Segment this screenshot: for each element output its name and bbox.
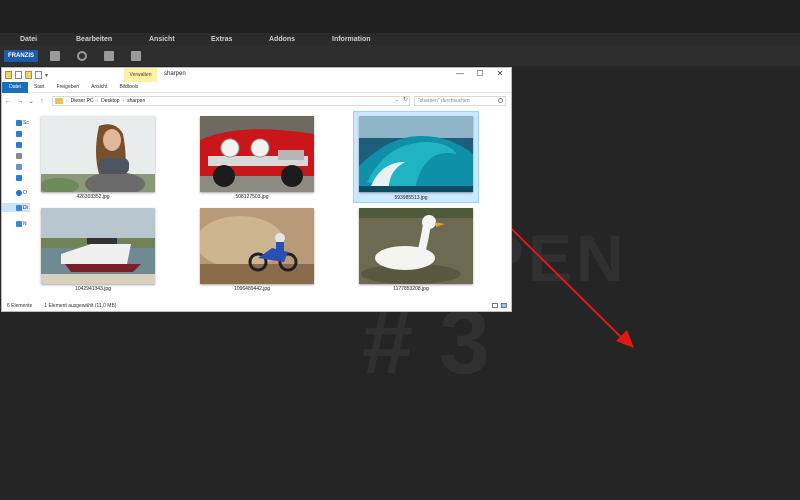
explorer-title-bar[interactable]: ▾ Verwalten sharpen — ☐ ✕ [2,68,511,82]
quick-access-dropdown-icon[interactable]: ▾ [45,72,48,79]
file-list: 426303352.jpg 508127503.jpg 593985513.jp… [32,111,510,300]
menu-datei[interactable]: Datei [20,36,76,43]
music-icon [16,174,22,181]
host-menu-bar: Datei Bearbeiten Ansicht Extras Addons I… [0,33,800,45]
breadcrumb-dieser-pc[interactable]: Dieser PC [71,98,94,104]
thumbnail-motorboat [41,208,155,284]
breadcrumb-sharpen[interactable]: sharpen [127,98,145,104]
page-icon[interactable] [35,71,42,79]
thumbnail-woman-portrait [41,116,155,192]
up-button[interactable]: ↑ [36,98,48,105]
menu-ansicht[interactable]: Ansicht [149,36,211,43]
batch-icon[interactable] [50,50,60,61]
search-placeholder: "sharpen" durchsuchen [418,98,470,104]
tab-ansicht[interactable]: Ansicht [85,82,113,93]
ribbon-tabs: Datei Start Freigeben Ansicht Bildtools [2,81,511,93]
refresh-button[interactable]: ↻ [403,96,408,103]
minimize-button[interactable]: — [454,70,466,78]
menu-bearbeiten[interactable]: Bearbeiten [76,36,149,43]
file-name: 1096489442.jpg [234,286,270,292]
host-title-bar [0,0,800,33]
app-stage: Datei Bearbeiten Ansicht Extras Addons I… [0,0,800,500]
nav-item-bilder[interactable] [2,162,30,171]
navigation-pane: Sc O Di N [2,109,30,299]
address-dropdown-button[interactable]: ⌄ [395,97,399,103]
tab-bildtools[interactable]: Bildtools [113,82,144,93]
nav-item-musik[interactable] [2,173,30,182]
target-icon[interactable] [77,50,87,61]
back-button[interactable]: ← [2,98,14,105]
file-name: 508127503.jpg [235,194,269,200]
film-icon[interactable] [131,50,141,61]
cloud-icon [16,189,22,196]
nav-item-downloads[interactable] [2,140,30,149]
search-icon[interactable] [498,98,503,103]
file-tile-426303352[interactable]: 426303352.jpg [32,112,155,202]
thumbnail-motocross-rider [200,208,314,284]
menu-addons[interactable]: Addons [269,36,332,43]
file-name: 1177853208.jpg [393,286,429,292]
tab-datei[interactable]: Datei [2,81,28,93]
host-toolbar: FRANZIS [0,45,800,66]
file-tile-1096489442[interactable]: 1096489442.jpg [191,204,314,294]
window-title: sharpen [164,71,186,77]
computer-icon [16,204,22,211]
new-folder-icon[interactable] [25,71,32,79]
selection-info: 1 Element ausgewählt (11,0 MB) [44,303,117,309]
tab-start[interactable]: Start [28,82,51,93]
nav-item-netzwerk[interactable]: N [2,219,30,228]
file-tile-1177853208[interactable]: 1177853208.jpg [350,204,473,294]
menu-extras[interactable]: Extras [211,36,269,43]
search-input[interactable]: "sharpen" durchsuchen [414,96,506,106]
document-icon [16,152,22,159]
network-icon [16,220,22,227]
arrow-head [616,330,634,348]
breadcrumb-separator: › [66,98,68,104]
thumbnail-red-vintage-car [200,116,314,192]
file-tile-1042941343[interactable]: 1042941343.jpg [32,204,155,294]
context-tab-verwalten[interactable]: Verwalten [124,68,157,82]
nav-item-dieser-pc[interactable]: Di [2,203,30,212]
file-name: 1042941343.jpg [75,286,111,292]
file-tile-508127503[interactable]: 508127503.jpg [191,112,314,202]
nav-item-dokumente[interactable] [2,151,30,160]
breadcrumb-separator: › [122,98,125,104]
star-icon [16,119,22,126]
folder-icon [5,71,12,79]
file-tile-593985513[interactable]: 593985513.jpg [353,111,479,203]
tab-freigeben[interactable]: Freigeben [51,82,86,93]
file-explorer-window: ▾ Verwalten sharpen — ☐ ✕ Datei Start Fr… [1,67,512,312]
menu-information[interactable]: Information [332,36,371,43]
breadcrumb-separator: › [96,98,99,104]
details-view-icon[interactable] [492,303,498,308]
picture-icon [16,163,22,170]
breadcrumb-desktop[interactable]: Desktop [101,98,119,104]
forward-button[interactable]: → [14,98,26,105]
item-count: 6 Elemente [7,303,33,309]
address-box[interactable]: › Dieser PC › Desktop › sharpen ⌄ ↻ [52,96,410,106]
franzis-logo: FRANZIS [4,49,38,62]
address-bar-row: ← → ⌄ ↑ › Dieser PC › Desktop › sharpen … [2,94,511,108]
file-name: 593985513.jpg [394,195,428,201]
maximize-button[interactable]: ☐ [474,70,486,78]
recent-locations-button[interactable]: ⌄ [26,97,36,105]
properties-icon[interactable] [15,71,22,79]
large-icons-view-icon[interactable] [501,303,507,308]
thumbnail-white-duck [359,208,473,284]
folder-icon [55,98,63,104]
export-icon[interactable] [104,50,114,61]
download-icon [16,141,22,148]
nav-item-desktop[interactable] [2,129,30,138]
close-button[interactable]: ✕ [494,70,506,78]
thumbnail-ocean-wave [359,116,473,192]
desktop-icon [16,130,22,137]
file-name: 426303352.jpg [76,194,110,200]
status-bar: 6 Elemente 1 Element ausgewählt (11,0 MB… [2,300,511,312]
nav-item-schnellzugriff[interactable]: Sc [2,118,30,127]
